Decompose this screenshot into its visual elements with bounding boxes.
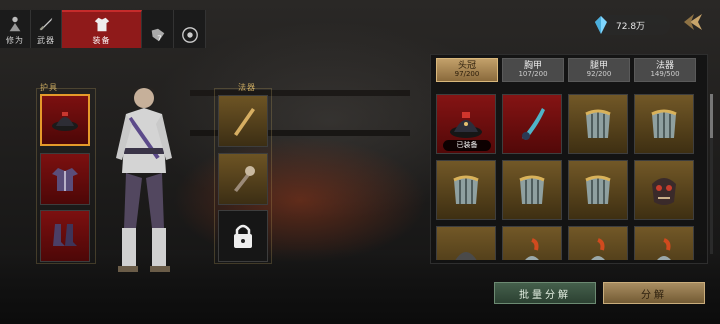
- armor-slot-chest[interactable]: [40, 153, 90, 205]
- plumed-helmet-icon: [591, 238, 605, 260]
- bulk-decompose-button[interactable]: 批量分解: [494, 282, 596, 304]
- item-cell-5[interactable]: [436, 160, 496, 220]
- currency-display: 72.8万: [595, 15, 670, 35]
- boots-icon: [53, 224, 77, 246]
- tab-cultivation[interactable]: 修为: [0, 10, 31, 48]
- top-nav: 修为 武器 装备 7: [0, 10, 206, 48]
- item-cell-7[interactable]: [568, 160, 628, 220]
- leg-armor-icon: [585, 109, 611, 138]
- tab-chest[interactable]: 胸甲 107/200: [502, 58, 564, 82]
- item-cell-1[interactable]: 已装备: [436, 94, 496, 154]
- item-cell-6[interactable]: [502, 160, 562, 220]
- feather-hat-icon: [522, 108, 545, 140]
- tab-legs[interactable]: 腿甲 92/200: [568, 58, 630, 82]
- equipped-badge: 已装备: [443, 140, 491, 151]
- svg-text:7: 7: [157, 33, 162, 42]
- back-button[interactable]: [682, 10, 706, 34]
- club-icon: [234, 166, 255, 192]
- mandala-icon: [181, 27, 198, 43]
- grid-scrollbar[interactable]: [710, 94, 713, 254]
- artifact-slot-1[interactable]: [218, 95, 268, 147]
- lock-icon: [234, 224, 252, 248]
- tab-count: 149/500: [650, 70, 680, 79]
- crown-hat-icon: [450, 112, 482, 138]
- scroll-thumb[interactable]: [710, 94, 713, 138]
- robe-icon: [52, 168, 78, 191]
- item-grid: 已装备: [434, 94, 702, 260]
- item-cell-4[interactable]: [634, 94, 694, 154]
- sword-icon: [39, 17, 53, 31]
- leg-armor-icon: [585, 175, 611, 204]
- tab-label: 装备: [92, 36, 111, 45]
- item-cell-11[interactable]: [568, 226, 628, 260]
- category-tabs: 头冠 97/200 胸甲 107/200 腿甲 92/200 法器 149/50…: [436, 58, 696, 82]
- accessory-icon: 7: [151, 28, 164, 42]
- armor-slot-legs[interactable]: [40, 210, 90, 262]
- crystal-icon: [595, 16, 607, 34]
- plumed-helmet-icon: [657, 238, 671, 260]
- tab-label: 修为: [6, 36, 24, 45]
- demon-mask-icon: [652, 178, 676, 205]
- item-cell-8[interactable]: [634, 160, 694, 220]
- tab-accessory[interactable]: 7: [142, 10, 174, 48]
- item-cell-9[interactable]: [436, 226, 496, 260]
- artifact-slot-2[interactable]: [218, 153, 268, 205]
- plumed-helmet-icon: [525, 238, 539, 260]
- hat-icon: [52, 112, 78, 131]
- currency-amount: 72.8万: [616, 21, 646, 32]
- item-cell-10[interactable]: [502, 226, 562, 260]
- hero-character: [116, 86, 172, 272]
- cultivator-icon: [9, 16, 21, 32]
- decompose-button[interactable]: 分解: [603, 282, 705, 304]
- tab-artifact[interactable]: 法器 149/500: [634, 58, 696, 82]
- tab-label: 武器: [37, 36, 55, 45]
- staff-icon: [234, 108, 255, 136]
- item-cell-12[interactable]: [634, 226, 694, 260]
- leg-armor-icon: [651, 109, 677, 138]
- artifact-slot-locked[interactable]: [218, 210, 268, 262]
- tab-weapon[interactable]: 武器: [31, 10, 62, 48]
- armor-slot-head[interactable]: [40, 94, 90, 146]
- tab-count: 92/200: [586, 70, 612, 79]
- item-cell-2[interactable]: [502, 94, 562, 154]
- tab-count: 107/200: [518, 70, 548, 79]
- helmet-icon: [455, 252, 477, 260]
- tab-head[interactable]: 头冠 97/200: [436, 58, 498, 82]
- tab-mandala[interactable]: [174, 10, 206, 48]
- leg-armor-icon: [453, 175, 479, 204]
- leg-armor-icon: [519, 175, 545, 204]
- tab-count: 97/200: [454, 70, 480, 79]
- robe-icon: [94, 17, 109, 32]
- tab-equipment[interactable]: 装备: [62, 10, 142, 48]
- item-cell-3[interactable]: [568, 94, 628, 154]
